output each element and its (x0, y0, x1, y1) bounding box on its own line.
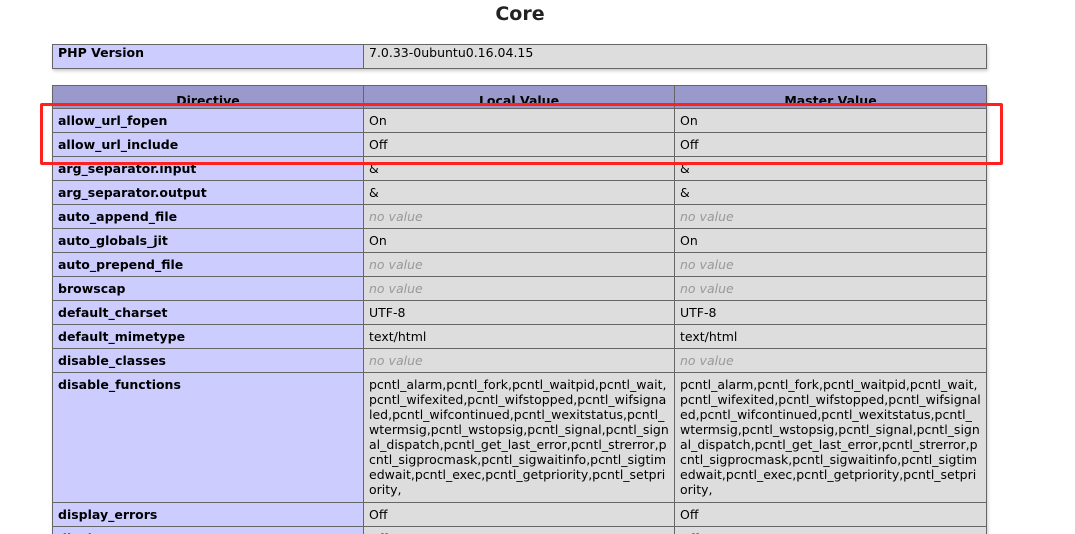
directive-name: browscap (52, 276, 364, 301)
php-version-label: PHP Version (52, 44, 364, 69)
no-value-text: no value (680, 209, 734, 224)
no-value-text: no value (680, 257, 734, 272)
local-value: & (363, 156, 675, 181)
directive-name: arg_separator.output (52, 180, 364, 205)
directive-name: display_errors (52, 502, 364, 527)
local-value: no value (363, 204, 675, 229)
master-value: & (674, 156, 987, 181)
master-value: no value (674, 204, 987, 229)
directive-name: allow_url_include (52, 132, 364, 157)
local-value: On (363, 228, 675, 253)
header-master-value: Master Value (674, 85, 987, 109)
directive-name: display_startup_errors (52, 526, 364, 534)
master-value: no value (674, 348, 987, 373)
table-row: auto_append_file no value no value (52, 204, 987, 229)
local-value: On (363, 108, 675, 133)
local-value: no value (363, 252, 675, 277)
table-row: default_mimetype text/html text/html (52, 324, 987, 349)
no-value-text: no value (680, 281, 734, 296)
table-row: browscap no value no value (52, 276, 987, 301)
master-value: Off (674, 132, 987, 157)
local-value: no value (363, 276, 675, 301)
table-row: auto_globals_jit On On (52, 228, 987, 253)
table-row: disable_functions pcntl_alarm,pcntl_fork,… (52, 372, 987, 503)
directive-name: auto_globals_jit (52, 228, 364, 253)
table-row: arg_separator.input & & (52, 156, 987, 181)
table-row: display_startup_errorsOffOff (52, 526, 987, 534)
master-value: Off (674, 526, 987, 534)
table-row: arg_separator.output & & (52, 180, 987, 205)
master-value: On (674, 108, 987, 133)
master-value: text/html (674, 324, 987, 349)
master-value: Off (674, 502, 987, 527)
table-header-row: Directive Local Value Master Value (52, 85, 987, 109)
no-value-text: no value (680, 353, 734, 368)
table-row: auto_prepend_file no value no value (52, 252, 987, 277)
master-value: no value (674, 252, 987, 277)
table-row: display_errors Off Off (52, 502, 987, 527)
no-value-text: no value (369, 353, 423, 368)
section-title: Core (495, 3, 545, 25)
core-directives-table: Directive Local Value Master Value allow… (52, 85, 987, 534)
local-value: pcntl_alarm,pcntl_fork,pcntl_waitpid,pcn… (363, 372, 675, 503)
table-row: disable_classes no value no value (52, 348, 987, 373)
directive-name: default_mimetype (52, 324, 364, 349)
no-value-text: no value (369, 281, 423, 296)
directive-rows: allow_url_fopen On On allow_url_include Off O… (52, 108, 987, 534)
table-row: default_charset UTF-8 UTF-8 (52, 300, 987, 325)
directive-name: default_charset (52, 300, 364, 325)
master-value: UTF-8 (674, 300, 987, 325)
local-value: UTF-8 (363, 300, 675, 325)
directive-name: allow_url_fopen (52, 108, 364, 133)
no-value-text: no value (369, 209, 423, 224)
directive-name: auto_prepend_file (52, 252, 364, 277)
php-version-table: PHP Version 7.0.33-0ubuntu0.16.04.15 (52, 44, 987, 69)
php-version-value: 7.0.33-0ubuntu0.16.04.15 (363, 44, 987, 69)
header-directive: Directive (52, 85, 364, 109)
php-version-row: PHP Version 7.0.33-0ubuntu0.16.04.15 (52, 44, 987, 69)
header-local-value: Local Value (363, 85, 675, 109)
master-value: no value (674, 276, 987, 301)
master-value: & (674, 180, 987, 205)
local-value: Off (363, 132, 675, 157)
master-value: On (674, 228, 987, 253)
master-value: pcntl_alarm,pcntl_fork,pcntl_waitpid,pcn… (674, 372, 987, 503)
table-row: allow_url_fopen On On (52, 108, 987, 133)
no-value-text: no value (369, 257, 423, 272)
local-value: Off (363, 502, 675, 527)
local-value: text/html (363, 324, 675, 349)
directive-name: disable_functions (52, 372, 364, 503)
local-value: & (363, 180, 675, 205)
table-row: allow_url_include Off Off (52, 132, 987, 157)
local-value: no value (363, 348, 675, 373)
local-value: Off (363, 526, 675, 534)
directive-name: disable_classes (52, 348, 364, 373)
directive-name: auto_append_file (52, 204, 364, 229)
directive-name: arg_separator.input (52, 156, 364, 181)
